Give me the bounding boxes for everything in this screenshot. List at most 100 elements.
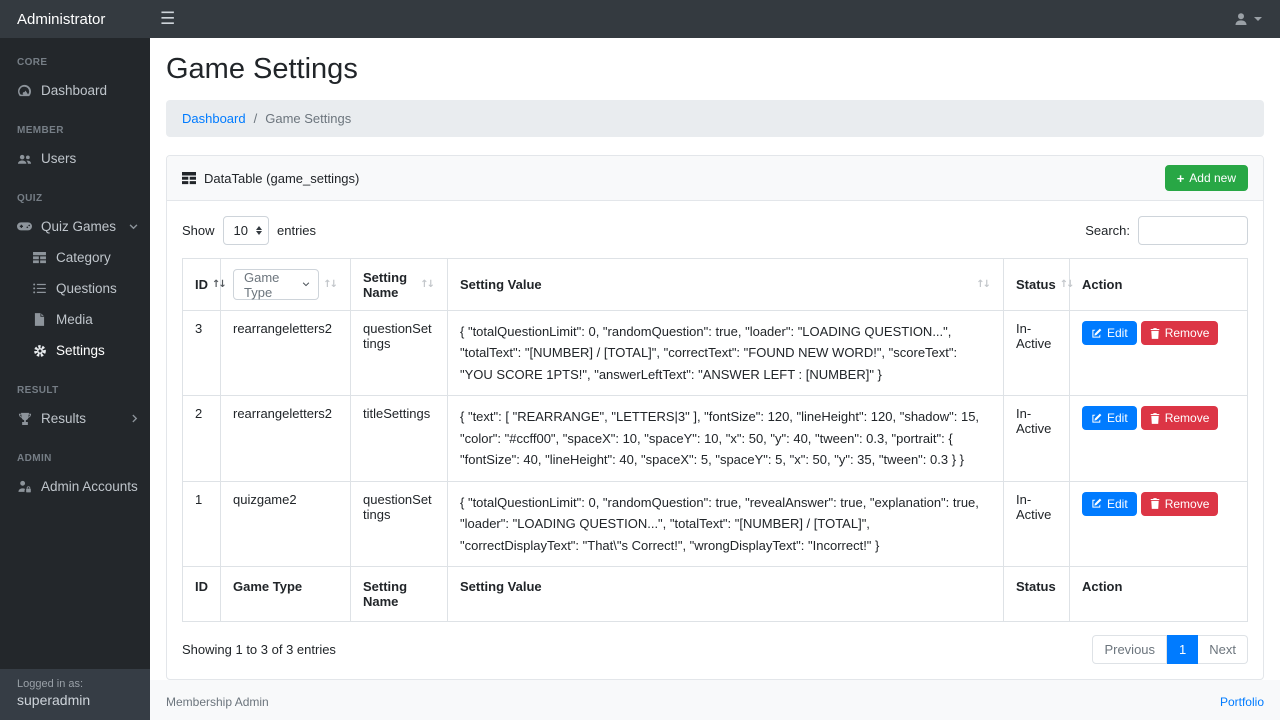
- card-header: DataTable (game_settings) + Add new: [167, 156, 1263, 201]
- remove-button[interactable]: Remove: [1140, 321, 1219, 345]
- page-size-control: Show 10 entries: [182, 216, 316, 245]
- column-header-setting-value[interactable]: Setting Value ↑↓: [447, 258, 1004, 311]
- sidebar-item-dashboard[interactable]: Dashboard: [0, 75, 150, 106]
- sidebar-item-users[interactable]: Users: [0, 143, 150, 174]
- sidebar-item-category[interactable]: Category: [0, 242, 150, 273]
- cell-setting-value: { "totalQuestionLimit": 0, "randomQuesti…: [447, 480, 1004, 567]
- user-menu[interactable]: [1233, 11, 1280, 27]
- gamepad-icon: [17, 221, 32, 233]
- sidebar-item-label: Media: [56, 312, 93, 327]
- chevron-right-icon: [132, 414, 138, 423]
- sidebar-item-label: Questions: [56, 281, 117, 296]
- cell-id: 1: [182, 480, 221, 567]
- table-row: 1 quizgame2 questionSettings { "totalQue…: [182, 480, 1248, 567]
- footer-header-status: Status: [1003, 565, 1070, 622]
- column-header-id[interactable]: ID ↑↓: [182, 258, 227, 311]
- footer-header-id: ID: [182, 565, 221, 622]
- gear-icon: [32, 344, 47, 358]
- pencil-square-icon: [1092, 498, 1102, 508]
- table-grid-icon: [182, 171, 196, 185]
- footer-text: Membership Admin: [166, 694, 269, 709]
- sort-icon: ↑↓: [212, 279, 227, 290]
- column-header-game-type[interactable]: Game Type ↑↓: [220, 258, 351, 311]
- users-icon: [17, 152, 32, 166]
- page-size-value: 10: [233, 223, 248, 238]
- column-header-status[interactable]: Status ↑↓: [1003, 258, 1074, 311]
- sidebar-heading-result: RESULT: [17, 385, 59, 396]
- table-icon: [32, 251, 47, 264]
- sidebar-item-label: Quiz Games: [41, 219, 117, 234]
- entries-summary: Showing 1 to 3 of 3 entries: [182, 641, 336, 657]
- sort-icon: ↑↓: [420, 279, 435, 290]
- table-header-row: ID ↑↓ Game Type ↑↓ Setting Name ↑↓ Setting …: [182, 258, 1248, 311]
- sort-icon: ↑↓: [323, 279, 338, 290]
- file-icon: [32, 313, 47, 326]
- sidebar-item-questions[interactable]: Questions: [0, 273, 150, 304]
- table-footer-row: ID Game Type Setting Name Setting Value …: [182, 565, 1248, 622]
- search-input[interactable]: [1138, 216, 1248, 245]
- sort-icon: ↑↓: [1059, 279, 1075, 290]
- cell-game-type: quizgame2: [220, 480, 351, 567]
- caret-down-icon: [1254, 17, 1262, 21]
- user-icon: [1233, 11, 1249, 27]
- chevron-down-icon: [129, 223, 138, 230]
- previous-page-button[interactable]: Previous: [1092, 634, 1168, 664]
- quiz-games-submenu: Category Questions Media Settings: [0, 242, 150, 366]
- cell-status: In-Active: [1003, 309, 1070, 397]
- cell-game-type: rearrangeletters2: [220, 395, 351, 482]
- breadcrumb-link-dashboard[interactable]: Dashboard: [182, 111, 246, 126]
- breadcrumb-separator: /: [253, 111, 258, 126]
- game-settings-table: ID ↑↓ Game Type ↑↓ Setting Name ↑↓ Setting …: [182, 258, 1248, 622]
- sidebar-heading-core: CORE: [17, 57, 48, 68]
- cell-setting-value: { "text": [ "REARRANGE", "LETTERS|3" ], …: [447, 395, 1004, 482]
- footer-header-game-type: Game Type: [220, 565, 351, 622]
- sidebar-item-label: Dashboard: [41, 83, 108, 98]
- trash-icon: [1150, 327, 1159, 339]
- select-updown-icon: [256, 226, 262, 235]
- search-label: Search:: [1085, 223, 1130, 238]
- add-new-button[interactable]: + Add new: [1164, 165, 1248, 191]
- add-new-label: Add new: [1189, 171, 1236, 185]
- edit-button[interactable]: Edit: [1082, 406, 1137, 431]
- next-page-button[interactable]: Next: [1198, 634, 1248, 664]
- sidebar-item-admin-accounts[interactable]: Admin Accounts: [0, 471, 150, 502]
- show-label: Show: [182, 223, 215, 238]
- card-title: DataTable (game_settings): [204, 170, 360, 186]
- pagination: Previous 1 Next: [1092, 634, 1248, 664]
- cell-game-type: rearrangeletters2: [220, 309, 351, 397]
- entries-label: entries: [277, 223, 317, 238]
- cell-setting-name: questionSettings: [350, 309, 448, 397]
- cell-setting-value: { "totalQuestionLimit": 0, "randomQuesti…: [447, 309, 1004, 397]
- column-header-action: Action: [1069, 258, 1248, 311]
- app-brand: Administrator: [17, 10, 106, 28]
- tachometer-icon: [17, 84, 32, 97]
- sidebar-item-media[interactable]: Media: [0, 304, 150, 335]
- page-1-button[interactable]: 1: [1167, 634, 1199, 664]
- cell-setting-name: titleSettings: [350, 395, 448, 482]
- portfolio-link[interactable]: Portfolio: [1220, 695, 1264, 709]
- user-lock-icon: [17, 480, 32, 493]
- cell-action: Edit Remove: [1069, 480, 1248, 567]
- remove-button[interactable]: Remove: [1140, 406, 1219, 431]
- sidebar-item-settings[interactable]: Settings: [0, 335, 150, 366]
- page-size-select[interactable]: 10: [222, 216, 269, 245]
- table-row: 3 rearrangeletters2 questionSettings { "…: [182, 309, 1248, 397]
- column-header-setting-name[interactable]: Setting Name ↑↓: [350, 258, 448, 311]
- cell-status: In-Active: [1003, 395, 1070, 482]
- edit-button[interactable]: Edit: [1082, 321, 1137, 345]
- cell-id: 3: [182, 309, 221, 397]
- pencil-square-icon: [1092, 328, 1102, 338]
- page-title: Game Settings: [166, 53, 358, 85]
- game-type-filter-select[interactable]: Game Type: [233, 269, 320, 300]
- sidebar-item-quiz-games[interactable]: Quiz Games: [0, 211, 150, 242]
- list-icon: [32, 283, 47, 294]
- datatable-card: DataTable (game_settings) + Add new Show…: [166, 155, 1264, 680]
- breadcrumb: Dashboard / Game Settings: [166, 100, 1264, 137]
- sidebar-item-results[interactable]: Results: [0, 403, 150, 434]
- search-control: Search:: [1085, 216, 1248, 245]
- edit-button[interactable]: Edit: [1082, 491, 1137, 516]
- table-controls: Show 10 entries Search:: [182, 216, 1248, 245]
- sidebar-toggle-icon[interactable]: ☰: [150, 0, 185, 38]
- cell-action: Edit Remove: [1069, 309, 1248, 397]
- remove-button[interactable]: Remove: [1140, 491, 1219, 516]
